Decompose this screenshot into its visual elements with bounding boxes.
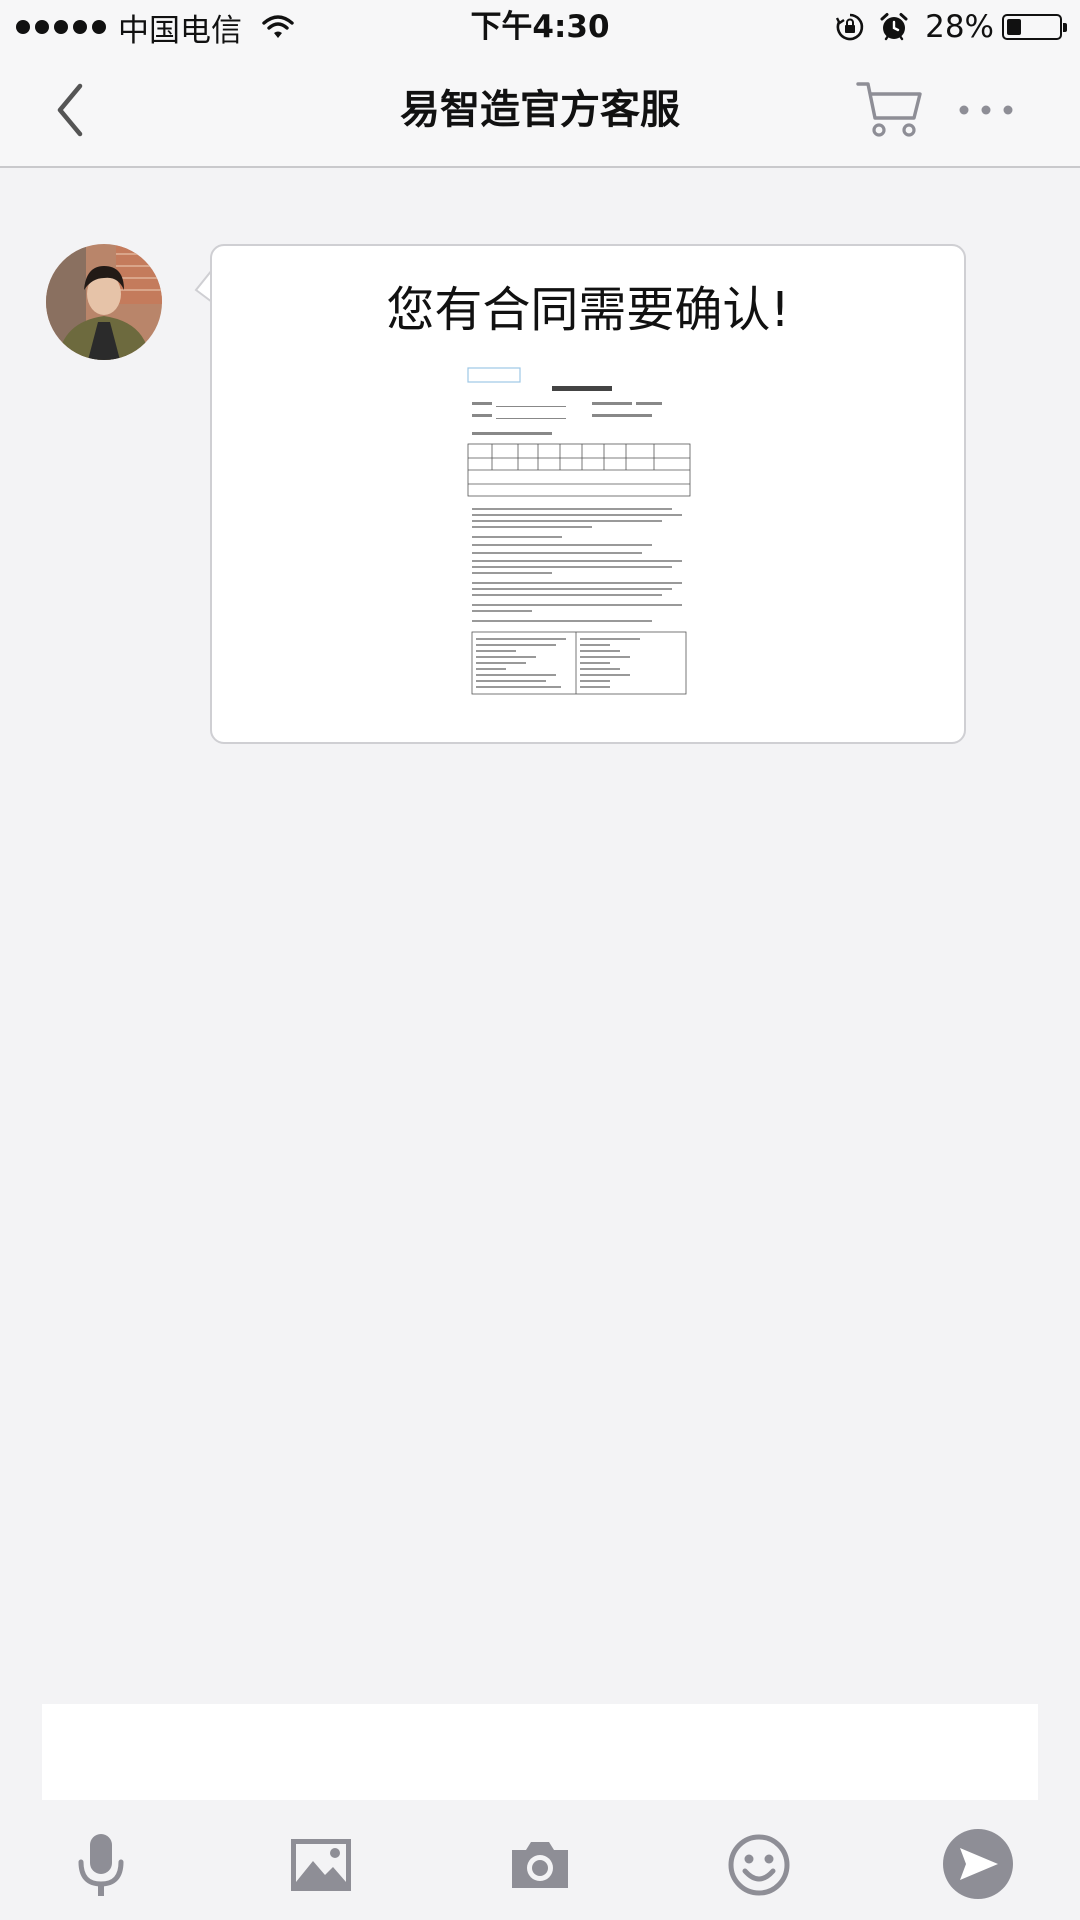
battery-level-fill bbox=[1007, 19, 1021, 35]
rotation-lock-icon bbox=[836, 13, 864, 41]
input-toolbar bbox=[0, 1800, 1080, 1920]
nav-bar: 易智造官方客服 bbox=[0, 54, 1080, 168]
emoji-button[interactable] bbox=[724, 1830, 794, 1900]
avatar-photo bbox=[46, 244, 162, 360]
battery-icon bbox=[1002, 14, 1067, 40]
cart-icon[interactable] bbox=[856, 78, 924, 140]
send-icon bbox=[943, 1829, 1013, 1899]
image-button[interactable] bbox=[286, 1830, 356, 1900]
status-bar: 中国电信 下午4:30 28% bbox=[0, 0, 1080, 54]
alarm-icon bbox=[880, 13, 908, 41]
camera-icon bbox=[512, 1842, 568, 1888]
battery-percent: 28% bbox=[925, 9, 994, 45]
camera-button[interactable] bbox=[505, 1830, 575, 1900]
emoji-icon bbox=[728, 1834, 790, 1896]
send-button[interactable] bbox=[942, 1828, 1014, 1900]
contract-document-icon[interactable] bbox=[464, 360, 694, 700]
back-chevron-icon[interactable] bbox=[40, 80, 100, 140]
voice-button[interactable] bbox=[66, 1830, 136, 1900]
avatar[interactable] bbox=[46, 244, 162, 360]
message-bubble[interactable]: 您有合同需要确认! bbox=[210, 244, 966, 744]
microphone-icon bbox=[78, 1834, 124, 1896]
status-right: 28% bbox=[821, 6, 1067, 48]
image-icon bbox=[291, 1839, 351, 1891]
more-icon[interactable] bbox=[956, 90, 1016, 130]
message-text: 您有合同需要确认! bbox=[386, 282, 790, 338]
message-input[interactable] bbox=[42, 1704, 1038, 1800]
